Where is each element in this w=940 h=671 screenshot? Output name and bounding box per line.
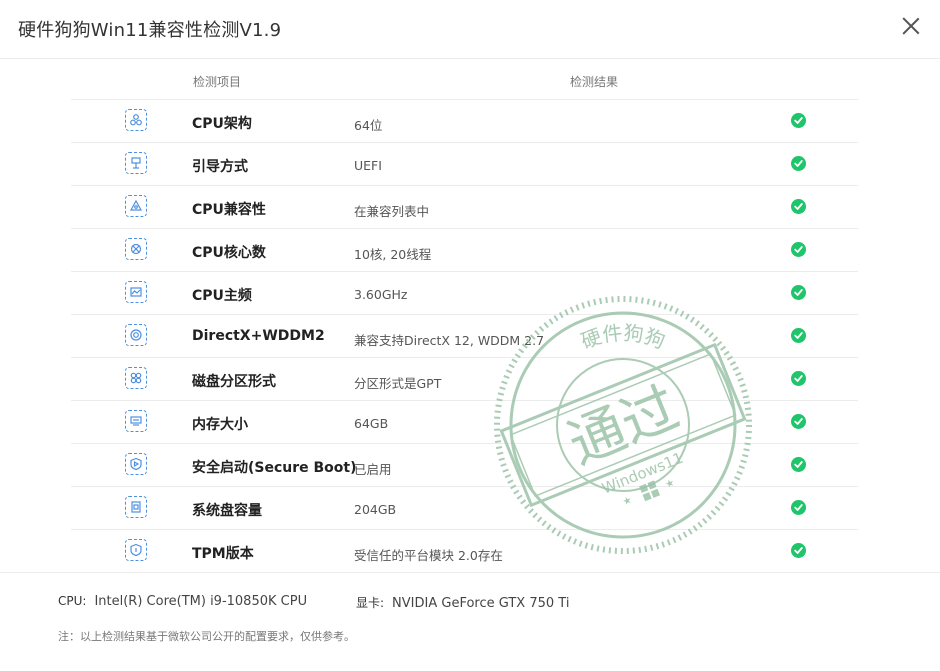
table-row: 内存大小 64GB: [71, 401, 858, 444]
table-row: CPU架构 64位: [71, 100, 858, 143]
check-item-value: 204GB: [354, 502, 397, 517]
check-item-value: 分区形式是GPT: [354, 376, 442, 391]
cpu-compat-icon: [125, 195, 147, 217]
title-bar: 硬件狗狗Win11兼容性检测V1.9: [0, 0, 940, 59]
directx-icon: [125, 324, 147, 346]
check-item-value: 在兼容列表中: [354, 204, 430, 219]
memory-icon: [125, 410, 147, 432]
gpu-info: 显卡: NVIDIA GeForce GTX 750 Ti: [356, 594, 569, 611]
cpu-label: CPU:: [58, 594, 87, 608]
check-item-name: 磁盘分区形式: [192, 374, 276, 390]
check-pass-icon: [791, 242, 806, 257]
check-item-name: 安全启动(Secure Boot): [192, 460, 357, 476]
close-icon[interactable]: [900, 15, 922, 37]
table-row: CPU主频 3.60GHz: [71, 272, 858, 315]
table-row: 系统盘容量 204GB: [71, 487, 858, 530]
secure-boot-icon: [125, 453, 147, 475]
check-item-name: CPU主频: [192, 288, 252, 304]
check-item-value: 64GB: [354, 416, 389, 431]
check-pass-icon: [791, 113, 806, 128]
check-item-value: 受信任的平台模块 2.0存在: [354, 548, 503, 563]
footer: CPU: Intel(R) Core(TM) i9-10850K CPU 显卡: N…: [0, 572, 940, 671]
table-row: TPM版本 受信任的平台模块 2.0存在: [71, 530, 858, 573]
header-check-item: 检测项目: [193, 75, 242, 89]
table-row: 安全启动(Secure Boot) 已启用: [71, 444, 858, 487]
table-row: 磁盘分区形式 分区形式是GPT: [71, 358, 858, 401]
check-item-value: 兼容支持DirectX 12, WDDM 2.7: [354, 333, 545, 348]
cpu-arch-icon: [125, 109, 147, 131]
table-row: CPU兼容性 在兼容列表中: [71, 186, 858, 229]
check-item-name: CPU兼容性: [192, 202, 266, 218]
check-item-value: 64位: [354, 118, 383, 133]
table-header: 检测项目 检测结果: [0, 73, 940, 93]
check-pass-icon: [791, 457, 806, 472]
check-pass-icon: [791, 285, 806, 300]
check-pass-icon: [791, 543, 806, 558]
cpu-info: CPU: Intel(R) Core(TM) i9-10850K CPU: [58, 594, 307, 609]
check-item-value: 已启用: [354, 462, 392, 477]
gpu-value: NVIDIA GeForce GTX 750 Ti: [392, 596, 570, 611]
check-item-name: DirectX+WDDM2: [192, 328, 325, 344]
gpu-label: 显卡:: [356, 596, 385, 610]
table-row: 引导方式 UEFI: [71, 143, 858, 186]
tpm-icon: [125, 539, 147, 561]
disk-capacity-icon: [125, 496, 147, 518]
header-check-result: 检测结果: [570, 75, 619, 89]
window-title: 硬件狗狗Win11兼容性检测V1.9: [18, 20, 282, 41]
boot-mode-icon: [125, 152, 147, 174]
check-item-name: 引导方式: [192, 159, 248, 175]
check-pass-icon: [791, 156, 806, 171]
cpu-value: Intel(R) Core(TM) i9-10850K CPU: [94, 594, 308, 609]
check-pass-icon: [791, 414, 806, 429]
check-item-value: 10核, 20线程: [354, 247, 432, 262]
check-item-name: TPM版本: [192, 546, 254, 562]
cpu-freq-icon: [125, 281, 147, 303]
check-pass-icon: [791, 199, 806, 214]
partition-icon: [125, 367, 147, 389]
check-item-name: CPU核心数: [192, 245, 266, 261]
table-row: DirectX+WDDM2 兼容支持DirectX 12, WDDM 2.7: [71, 315, 858, 358]
disclaimer-note: 注：以上检测结果基于微软公司公开的配置要求，仅供参考。: [58, 630, 355, 643]
check-item-name: 内存大小: [192, 417, 248, 433]
cpu-cores-icon: [125, 238, 147, 260]
check-item-name: 系统盘容量: [192, 503, 262, 519]
table-row: CPU核心数 10核, 20线程: [71, 229, 858, 272]
check-item-value: 3.60GHz: [354, 287, 408, 302]
check-item-value: UEFI: [354, 158, 382, 173]
check-pass-icon: [791, 328, 806, 343]
check-pass-icon: [791, 500, 806, 515]
check-item-name: CPU架构: [192, 116, 252, 132]
check-pass-icon: [791, 371, 806, 386]
check-table: CPU架构 64位引导方式 UEFI CPU兼容性 在兼容列表中 CPU核心数 10核, 2…: [71, 99, 858, 573]
